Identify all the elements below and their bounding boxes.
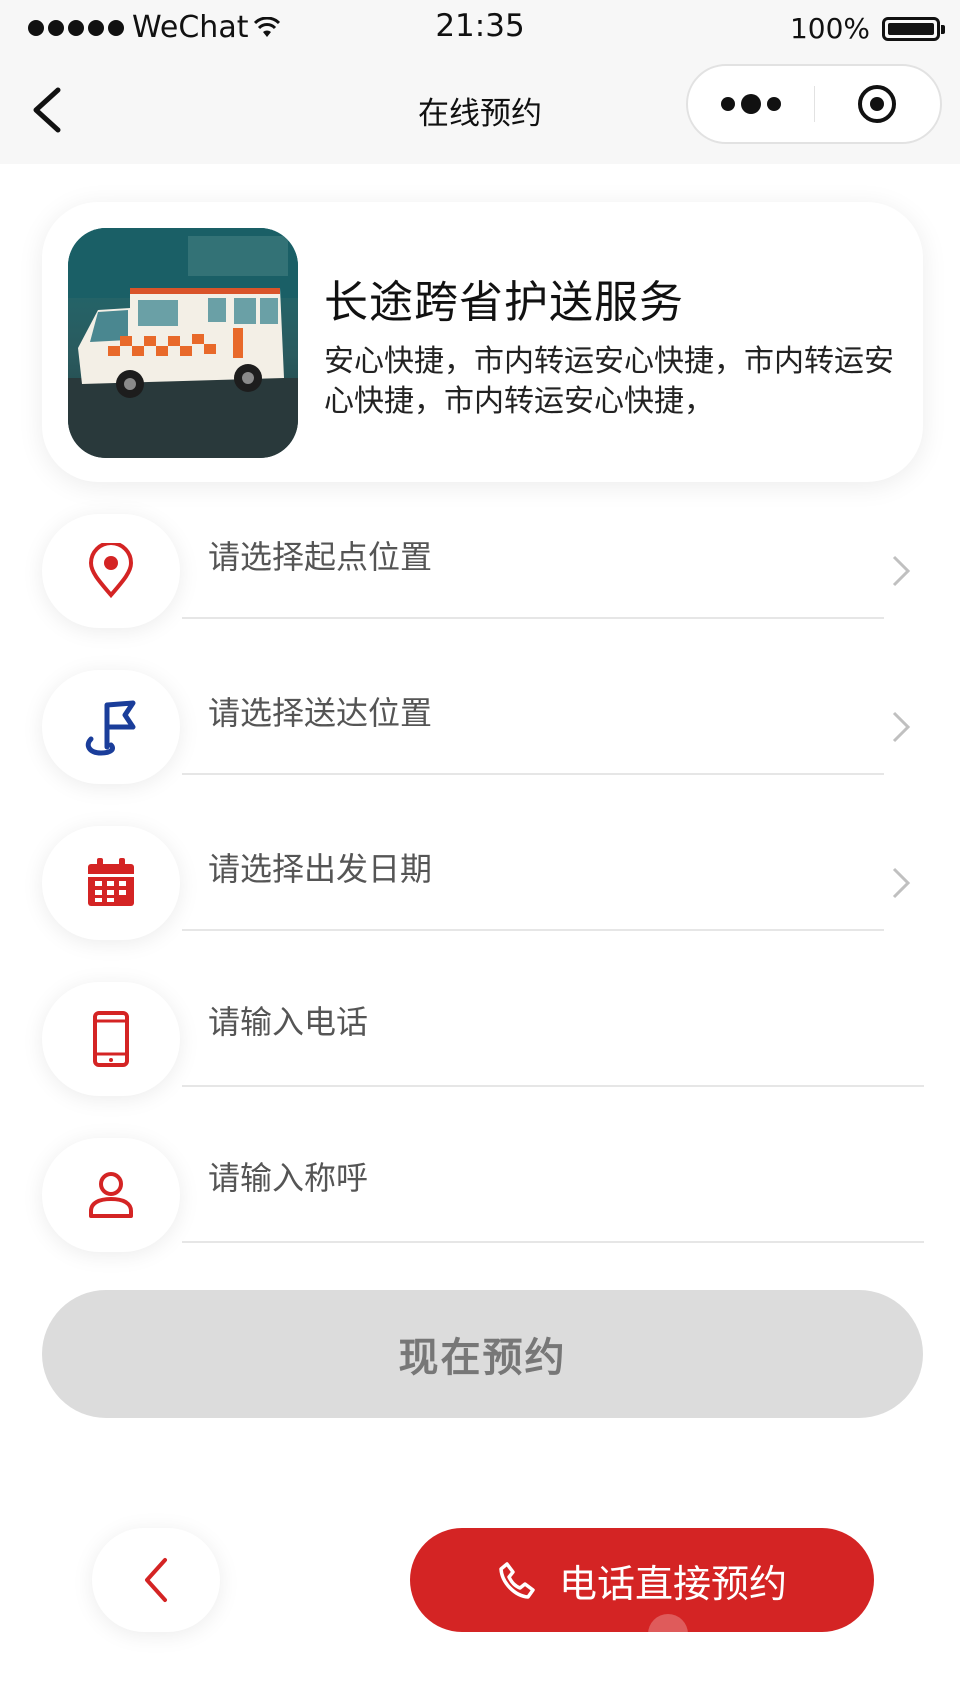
chevron-right-icon [890, 866, 912, 900]
book-now-button[interactable]: 现在预约 [42, 1290, 923, 1418]
battery-status: 100% [789, 12, 945, 45]
battery-icon [882, 16, 945, 41]
start-location-label: 请选择起点位置 [208, 538, 433, 576]
call-button-label: 电话直接预约 [558, 1561, 787, 1606]
departure-date-label: 请选择出发日期 [208, 850, 433, 888]
user-icon [42, 1138, 180, 1252]
service-title: 长途跨省护送服务 [324, 277, 684, 328]
start-location-row[interactable]: 请选择起点位置 [0, 514, 960, 634]
mini-program-capsule [686, 64, 942, 144]
row-divider [182, 773, 884, 775]
watermark-icon [648, 1614, 688, 1654]
phone-row [0, 982, 960, 1102]
phone-icon [499, 1562, 535, 1599]
mobile-phone-icon [42, 982, 180, 1096]
chevron-right-icon [890, 554, 912, 588]
departure-date-row[interactable]: 请选择出发日期 [0, 826, 960, 946]
battery-percent: 100% [789, 12, 870, 45]
status-bar: WeChat 21:35 100% [0, 0, 960, 56]
destination-label: 请选择送达位置 [208, 694, 433, 732]
phone-input[interactable] [208, 992, 888, 1052]
service-description: 安心快捷，市内转运安心快捷，市内转运安心快捷，市内转运安心快捷， [324, 344, 894, 419]
row-divider [182, 929, 884, 931]
destination-row[interactable]: 请选择送达位置 [0, 670, 960, 790]
calendar-icon [42, 826, 180, 940]
flag-icon [42, 670, 180, 784]
chevron-left-icon [145, 1558, 167, 1602]
name-row [0, 1138, 960, 1258]
booking-page: WeChat 21:35 100% 在线预约 长途跨省护送服务 安心快捷，市内转… [0, 0, 960, 1705]
name-input[interactable] [208, 1148, 888, 1208]
navigation-bar: 在线预约 [0, 56, 960, 164]
chevron-right-icon [890, 710, 912, 744]
row-divider [182, 1241, 924, 1243]
back-button[interactable] [92, 1528, 220, 1632]
ambulance-image [68, 228, 298, 458]
service-card: 长途跨省护送服务 安心快捷，市内转运安心快捷，市内转运安心快捷，市内转运安心快捷… [42, 202, 923, 482]
row-divider [182, 617, 884, 619]
row-divider [182, 1085, 924, 1087]
close-mini-program-icon[interactable] [814, 66, 940, 142]
more-options-icon[interactable] [688, 66, 814, 142]
location-pin-icon [42, 514, 180, 628]
call-to-book-button[interactable]: 电话直接预约 [410, 1528, 874, 1632]
